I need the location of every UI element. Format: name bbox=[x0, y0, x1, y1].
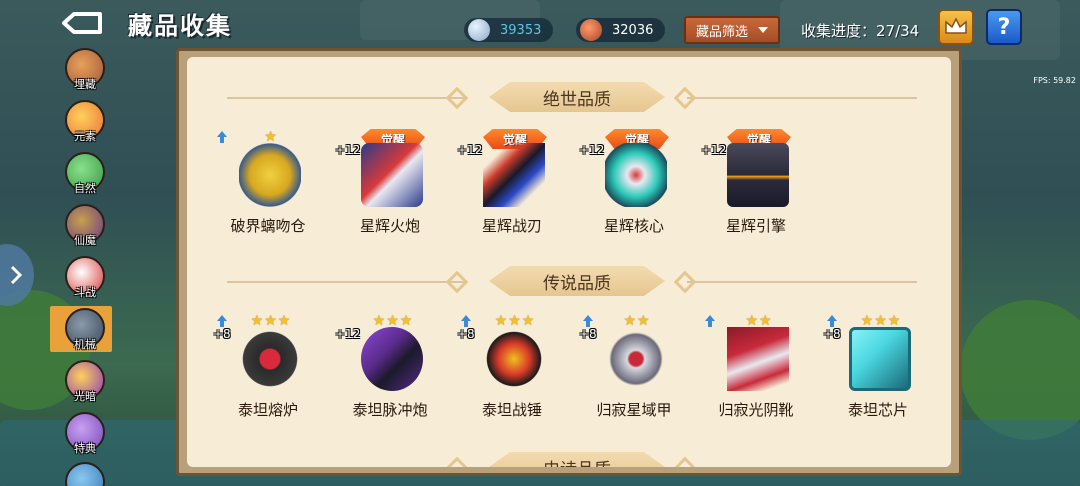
sidebar-item-more[interactable] bbox=[62, 462, 108, 486]
item-level: +12 bbox=[701, 143, 727, 157]
item-art bbox=[727, 327, 789, 391]
upgrade-arrow-icon bbox=[217, 131, 227, 143]
item-level: +12 bbox=[335, 327, 361, 341]
sidebar-item-light-dark[interactable]: 光暗 bbox=[62, 360, 108, 406]
sidebar-item-element[interactable]: 元素 bbox=[62, 100, 108, 146]
upgrade-arrow-icon bbox=[705, 315, 715, 327]
collection-item[interactable]: +8 ★★★ 泰坦战锤 bbox=[457, 313, 567, 423]
help-button[interactable]: ? bbox=[986, 9, 1022, 45]
section-title: 绝世品质 bbox=[489, 82, 665, 112]
chevron-down-icon bbox=[758, 27, 768, 33]
sidebar-item-special[interactable]: 特典 bbox=[62, 412, 108, 458]
item-art bbox=[361, 327, 423, 391]
back-arrow-icon bbox=[62, 12, 102, 34]
item-art bbox=[361, 143, 423, 207]
item-art bbox=[727, 143, 789, 207]
page-title: 藏品收集 bbox=[128, 12, 232, 40]
item-level: +12 bbox=[579, 143, 605, 157]
item-name: 破界螭吻仓 bbox=[230, 217, 306, 235]
currency-ore: 39353 bbox=[464, 18, 554, 42]
collection-item[interactable]: +12 觉醒 星辉核心 bbox=[579, 129, 689, 239]
ore-icon bbox=[468, 19, 490, 41]
item-art bbox=[605, 327, 667, 391]
item-art bbox=[239, 327, 301, 391]
item-level: +8 bbox=[213, 327, 231, 341]
item-art bbox=[239, 143, 301, 207]
item-name: 星辉战刃 bbox=[481, 217, 542, 235]
collection-item[interactable]: +12 ★★★ 泰坦脉冲炮 bbox=[335, 313, 445, 423]
item-level: +12 bbox=[335, 143, 361, 157]
back-button[interactable] bbox=[58, 10, 106, 36]
item-art bbox=[605, 143, 667, 207]
section-header-legendary: 传说品质 bbox=[187, 263, 951, 299]
chevron-right-icon bbox=[10, 265, 22, 285]
collection-item[interactable]: +12 觉醒 星辉战刃 bbox=[457, 129, 567, 239]
rewards-button[interactable] bbox=[938, 9, 974, 45]
item-name: 归寂星域甲 bbox=[596, 401, 672, 419]
collection-item[interactable]: +8 ★★★ 泰坦熔炉 bbox=[213, 313, 323, 423]
item-name: 泰坦熔炉 bbox=[237, 401, 298, 419]
item-name: 星辉核心 bbox=[603, 217, 664, 235]
item-art bbox=[849, 327, 911, 391]
crown-icon bbox=[945, 17, 967, 34]
item-name: 归寂光阴靴 bbox=[718, 401, 794, 419]
collection-item[interactable]: +8 ★★ 归寂星域甲 bbox=[579, 313, 689, 423]
currency-ore-value: 39353 bbox=[500, 22, 542, 38]
collection-item[interactable]: +8 ★★★ 泰坦芯片 bbox=[823, 313, 933, 423]
sidebar-item-combat[interactable]: 斗战 bbox=[62, 256, 108, 302]
collection-filter-dropdown[interactable]: 藏品筛选 bbox=[684, 16, 780, 44]
item-level: +8 bbox=[823, 327, 841, 341]
collection-panel: 绝世品质 ★ 破界螭吻仓 +12 觉醒 星辉火炮 +12 觉醒 星辉战刃 +12… bbox=[176, 48, 962, 476]
item-level: +8 bbox=[457, 327, 475, 341]
collection-item[interactable]: +12 觉醒 星辉火炮 bbox=[335, 129, 445, 239]
section-header-epic: 史诗品质 bbox=[187, 449, 951, 467]
filter-label: 藏品筛选 bbox=[695, 24, 748, 40]
upgrade-arrow-icon bbox=[583, 315, 593, 327]
collection-item[interactable]: ★★ 归寂光阴靴 bbox=[701, 313, 811, 423]
currency-meat: 32036 bbox=[576, 18, 666, 42]
upgrade-arrow-icon bbox=[461, 315, 471, 327]
fps-counter: FPS: 59.82 bbox=[1033, 76, 1076, 85]
item-level: +12 bbox=[457, 143, 483, 157]
meat-icon bbox=[580, 19, 602, 41]
upgrade-arrow-icon bbox=[217, 315, 227, 327]
item-art bbox=[483, 327, 545, 391]
item-art bbox=[483, 143, 545, 207]
item-level: +8 bbox=[579, 327, 597, 341]
collection-item[interactable]: +12 觉醒 星辉引擎 bbox=[701, 129, 811, 239]
collection-progress: 收集进度：27/34 bbox=[801, 22, 920, 40]
sidebar-item-nature[interactable]: 自然 bbox=[62, 152, 108, 198]
currency-meat-value: 32036 bbox=[612, 22, 654, 38]
sidebar-item-immortal-demon[interactable]: 仙魔 bbox=[62, 204, 108, 250]
item-name: 泰坦芯片 bbox=[847, 401, 908, 419]
item-name: 泰坦脉冲炮 bbox=[352, 401, 428, 419]
collection-panel-content: 绝世品质 ★ 破界螭吻仓 +12 觉醒 星辉火炮 +12 觉醒 星辉战刃 +12… bbox=[187, 57, 951, 467]
sidebar-item-mechanical[interactable]: 机械 bbox=[62, 308, 108, 354]
sidebar-item-buried[interactable]: 埋藏 bbox=[62, 48, 108, 94]
item-name: 星辉引擎 bbox=[725, 217, 786, 235]
item-name: 星辉火炮 bbox=[359, 217, 420, 235]
category-icon bbox=[65, 462, 105, 486]
question-mark-icon: ? bbox=[997, 14, 1011, 40]
section-title: 传说品质 bbox=[489, 266, 665, 296]
section-title: 史诗品质 bbox=[489, 452, 665, 467]
section-header-peerless: 绝世品质 bbox=[187, 79, 951, 115]
item-name: 泰坦战锤 bbox=[481, 401, 542, 419]
upgrade-arrow-icon bbox=[827, 315, 837, 327]
collection-item[interactable]: ★ 破界螭吻仓 bbox=[213, 129, 323, 239]
